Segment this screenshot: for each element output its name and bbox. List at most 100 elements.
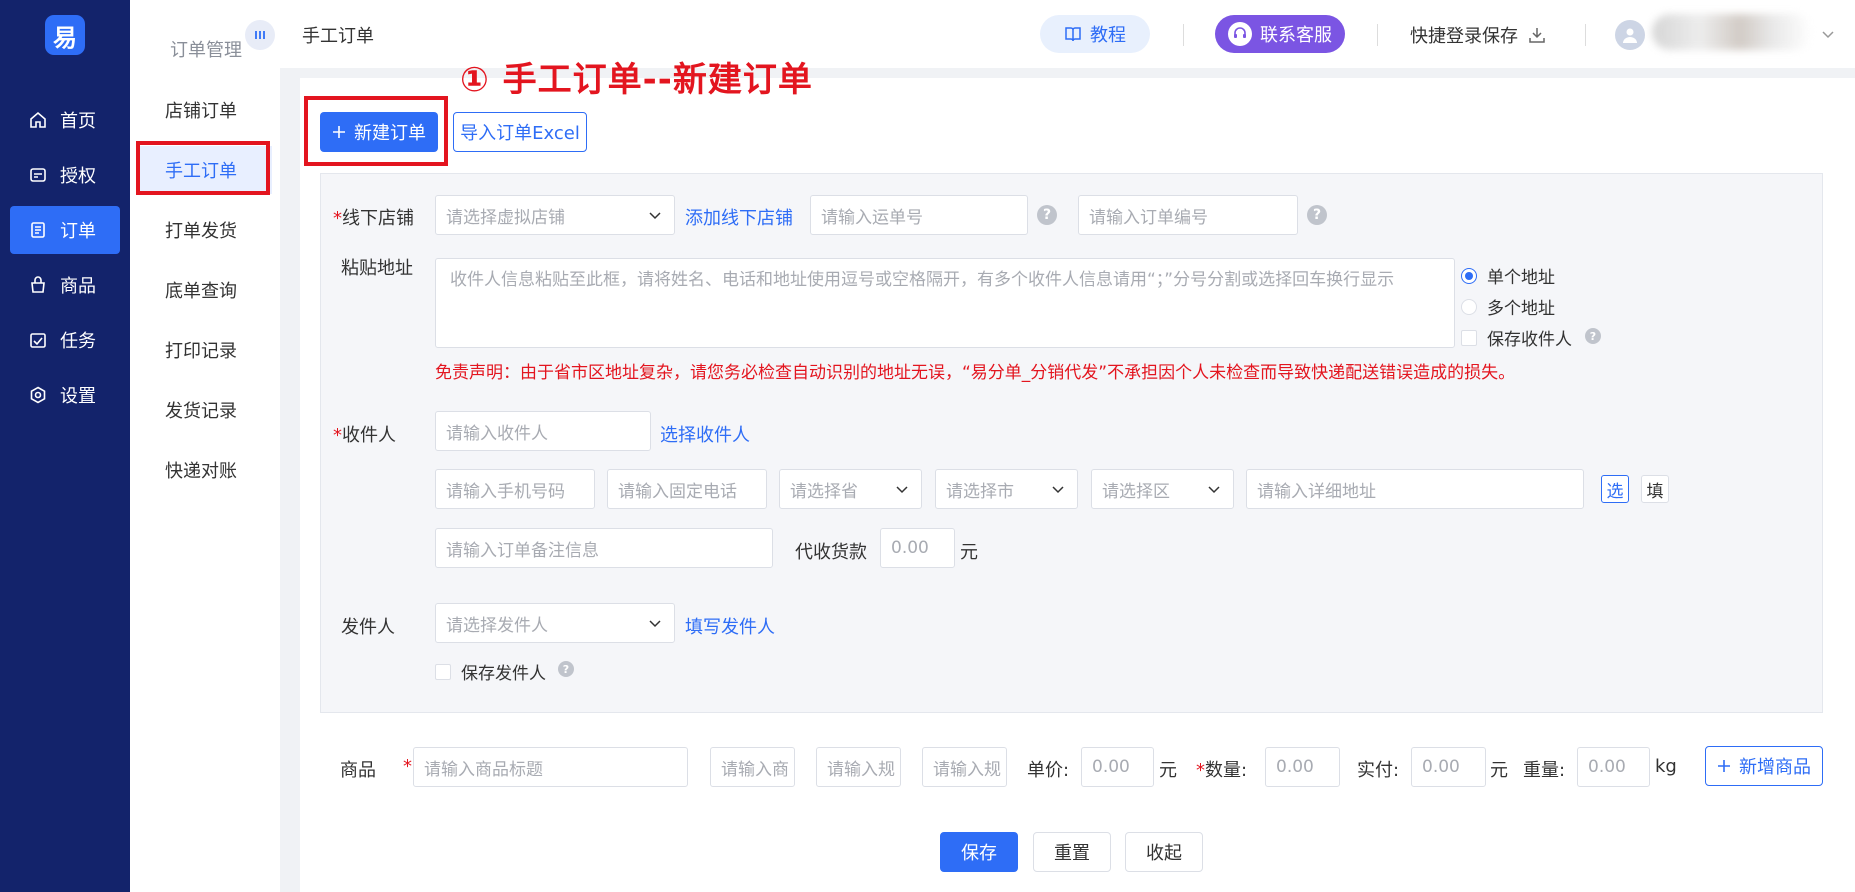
page-title: 手工订单 [302,26,374,47]
nav-item-goods[interactable]: 商品 [10,261,120,309]
user-icon [1623,28,1637,43]
detail-address-input[interactable]: 请输入详细地址 [1246,469,1584,509]
price-unit: 元 [1159,760,1177,781]
price-label: 单价: [1027,760,1070,781]
quantity-label: *数量: [1196,760,1248,781]
divider [1183,24,1184,46]
cod-unit: 元 [960,542,978,563]
telephone-input[interactable]: 请输入固定电话 [607,469,767,509]
add-goods-label: 新增商品 [1739,757,1811,778]
subnav-item-print-records[interactable]: 打印记录 [138,326,272,374]
cod-amount-input[interactable]: 0.00 [880,528,955,568]
fill-sender-link[interactable]: 填写发件人 [685,613,775,639]
goods-title-input[interactable]: 请输入商品标题 [413,747,688,787]
goods-spec-input[interactable]: 请输入规 [816,747,901,787]
headset-icon [1228,22,1252,46]
nav-item-authorize[interactable]: 授权 [10,151,120,199]
blurred-username [1652,14,1812,50]
nav-item-label: 商品 [60,276,96,297]
goods-icon [28,275,48,295]
price-input[interactable]: 0.00 [1081,747,1154,787]
nav-item-home[interactable]: 首页 [10,96,120,144]
province-select[interactable]: 请选择省 [779,469,922,509]
subnav-item-print-ship[interactable]: 打单发货 [138,206,272,254]
city-select[interactable]: 请选择市 [935,469,1078,509]
nav-item-label: 授权 [60,166,96,187]
nav-item-order[interactable]: 订单 [10,206,120,254]
save-button[interactable]: 保存 [940,832,1018,872]
service-label: 联系客服 [1260,25,1332,46]
collapse-button[interactable]: 收起 [1125,832,1203,872]
home-icon [28,110,48,130]
goods-label: 商品 [340,760,376,781]
nav-item-label: 任务 [60,331,96,352]
quick-save-label: 快捷登录保存 [1410,26,1518,47]
import-excel-button[interactable]: 导入订单Excel [453,112,587,152]
highlight-box-subnav [136,141,270,195]
book-icon [1065,27,1081,42]
receiver-input[interactable]: 请输入收件人 [435,411,651,451]
subnav-item-express-reconcile[interactable]: 快递对账 [138,446,272,494]
sender-select[interactable]: 请选择发件人 [435,603,675,643]
subnav-item-waybill-query[interactable]: 底单查询 [138,266,272,314]
district-select[interactable]: 请选择区 [1091,469,1234,509]
weight-unit: kg [1655,756,1677,777]
paste-address-label: 粘贴地址 [341,258,413,279]
checkbox-box [435,663,451,680]
nav-item-label: 订单 [60,221,96,242]
subnav-item-store-orders[interactable]: 店铺订单 [138,86,272,134]
disclaimer-text: 免责声明：由于省市区地址复杂，请您务必检查自动识别的地址无误，“易分单_分销代发… [435,363,1516,383]
nav-item-settings[interactable]: 设置 [10,371,120,419]
save-receiver-checkbox[interactable]: 保存收件人 [1461,325,1572,350]
menu-bars-icon [255,31,265,39]
order-remark-input[interactable]: 请输入订单备注信息 [435,528,773,568]
store-label: *线下店铺 [333,208,414,229]
divider [1377,24,1378,46]
chevron-down-icon [1208,486,1220,494]
sub-nav: 订单管理 店铺订单 手工订单 打单发货 底单查询 打印记录 发货记录 快递对账 [130,0,280,892]
contact-service-button[interactable]: 联系客服 [1215,15,1345,53]
highlight-box-new-order [304,96,448,166]
weight-label: 重量: [1523,760,1566,781]
chevron-down-icon [649,212,661,220]
app-logo[interactable]: 易 [45,15,85,55]
chevron-down-icon[interactable] [1820,26,1836,42]
mobile-input[interactable]: 请输入手机号码 [435,469,595,509]
order-number-input[interactable]: 请输入订单编号 [1078,195,1298,235]
help-icon[interactable]: ? [1307,205,1327,225]
collapse-sidebar-button[interactable] [245,20,275,50]
select-address-button[interactable]: 选 [1601,475,1629,503]
help-icon[interactable]: ? [1585,328,1601,344]
waybill-input[interactable]: 请输入运单号 [810,195,1028,235]
paste-address-textarea[interactable]: 收件人信息粘贴至此框，请将姓名、电话和地址使用逗号或空格隔开，有多个收件人信息请… [435,258,1455,348]
paid-input[interactable]: 0.00 [1411,747,1486,787]
divider [1585,24,1586,46]
checkbox-box [1461,329,1477,346]
help-icon[interactable]: ? [1037,205,1057,225]
goods-code-input[interactable]: 请输入商 [710,747,795,787]
tutorial-annotation: ① 手工订单--新建订单 [460,60,813,100]
reset-button[interactable]: 重置 [1033,832,1111,872]
download-icon [1529,28,1545,43]
required-mark: * [403,756,412,777]
choose-receiver-link[interactable]: 选择收件人 [660,421,750,447]
add-goods-button[interactable]: 新增商品 [1705,746,1823,786]
weight-input[interactable]: 0.00 [1577,747,1650,787]
goods-spec2-input[interactable]: 请输入规 [922,747,1007,787]
multi-address-radio[interactable]: 多个地址 [1461,294,1555,319]
single-address-radio[interactable]: 单个地址 [1461,263,1555,288]
quick-login-save-button[interactable]: 快捷登录保存 [1410,22,1546,48]
receiver-label: *收件人 [333,425,396,446]
quantity-input[interactable]: 0.00 [1265,747,1340,787]
fill-address-button[interactable]: 填 [1641,475,1669,503]
subnav-item-ship-records[interactable]: 发货记录 [138,386,272,434]
store-select[interactable]: 请选择虚拟店铺 [435,195,675,235]
user-avatar[interactable] [1615,20,1645,50]
help-icon[interactable]: ? [558,661,574,677]
save-sender-checkbox[interactable]: 保存发件人 [435,659,546,684]
radio-dot [1461,298,1477,315]
nav-item-task[interactable]: 任务 [10,316,120,364]
add-offline-store-link[interactable]: 添加线下店铺 [685,204,793,230]
subnav-title: 订单管理 [170,40,242,61]
tutorial-button[interactable]: 教程 [1040,15,1150,53]
